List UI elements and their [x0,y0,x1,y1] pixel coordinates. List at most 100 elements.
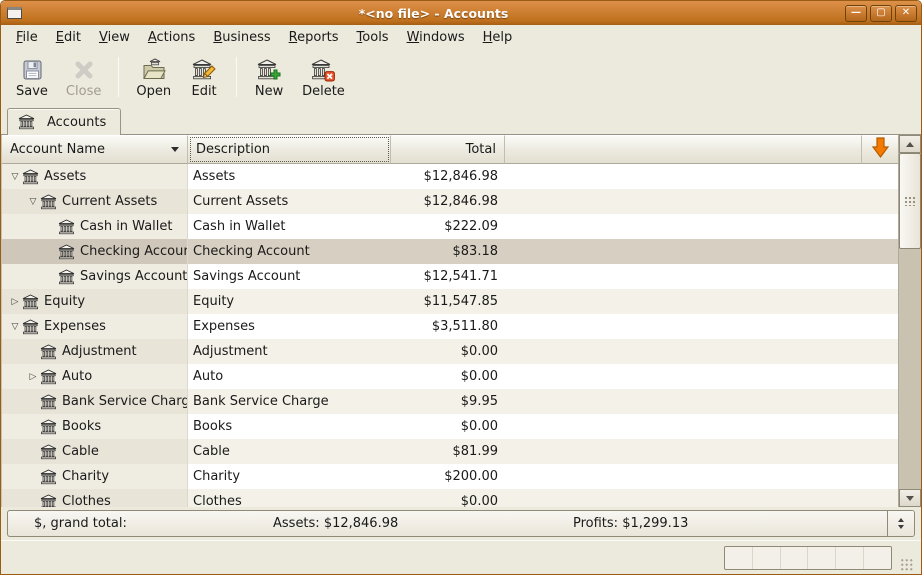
tab-label: Accounts [47,114,107,130]
tab-accounts[interactable]: Accounts [7,108,122,135]
account-name: Charity [62,469,110,484]
summary-bar: $, grand total: Assets: $12,846.98 Profi… [1,507,921,540]
tab-strip: Accounts [1,106,921,135]
progress-segment [725,546,753,569]
bank-icon [58,244,75,260]
account-name-cell[interactable]: Charity [2,464,188,489]
table-row[interactable]: ▽ Expenses Expenses $3,511.80 [2,314,898,339]
account-total: $200.00 [444,469,498,484]
delete-button[interactable]: Delete [293,53,354,102]
account-name-cell[interactable]: ▷ Auto [2,364,188,389]
account-name: Adjustment [62,344,137,359]
maximize-button[interactable]: ▢ [870,4,892,22]
new-button[interactable]: New [245,53,293,102]
menu-item-actions[interactable]: Actions [139,27,205,48]
account-name-cell[interactable]: Bank Service Charge [2,389,188,414]
account-total: $12,541.71 [423,269,498,284]
save-button[interactable]: Save [7,53,57,102]
menu-item-view[interactable]: View [90,27,139,48]
toolbar-button-label: Save [16,84,48,99]
table-row[interactable]: Bank Service Charge Bank Service Charge … [2,389,898,414]
column-options-button[interactable] [862,135,898,164]
down-arrow-icon [906,495,914,501]
progress-segment [781,546,809,569]
close-button[interactable]: ✕ [895,4,917,22]
table-row[interactable]: Cable Cable $81.99 [2,439,898,464]
account-name: Books [62,419,102,434]
menu-item-file[interactable]: File [7,27,47,48]
tree-expander-icon[interactable]: ▽ [26,197,40,207]
bank-icon [40,344,57,360]
table-row[interactable]: Charity Charity $200.00 [2,464,898,489]
account-total: $0.00 [460,369,498,384]
table-row[interactable]: Savings Account Savings Account $12,541.… [2,264,898,289]
account-name-cell[interactable]: Adjustment [2,339,188,364]
account-name: Bank Service Charge [62,394,188,409]
account-name-cell[interactable]: ▽ Expenses [2,314,188,339]
toolbar: Save Close Open Edit New Delete [1,50,921,106]
menu-item-edit[interactable]: Edit [47,27,90,48]
column-header-account-name[interactable]: Account Name [2,135,188,164]
bank-icon [40,419,57,435]
tree-expander-icon[interactable]: ▽ [8,322,22,332]
menu-item-label: Business [213,30,271,45]
account-name-cell[interactable]: Savings Account [2,264,188,289]
titlebar[interactable]: *<no file> - Accounts — ▢ ✕ [1,1,921,25]
table-row[interactable]: Cash in Wallet Cash in Wallet $222.09 [2,214,898,239]
minimize-button[interactable]: — [845,4,867,22]
up-arrow-icon [906,141,914,147]
menu-item-business[interactable]: Business [204,27,279,48]
account-total: $81.99 [452,444,499,459]
table-header: Account Name Description Total [2,135,898,164]
account-name-cell[interactable]: Cash in Wallet [2,214,188,239]
scrollbar-trough[interactable] [899,249,921,489]
progress-segment [836,546,865,569]
summary-assets: Assets: $12,846.98 [273,516,399,531]
scroll-up-button[interactable] [899,135,921,153]
menu-item-reports[interactable]: Reports [280,27,348,48]
account-name-cell[interactable]: ▷ Equity [2,289,188,314]
summary-grand-total-label: $, grand total: [34,516,127,531]
menu-item-windows[interactable]: Windows [398,27,474,48]
summary-spinner[interactable] [887,511,914,536]
account-name-cell[interactable]: Books [2,414,188,439]
table-row[interactable]: ▷ Auto Auto $0.00 [2,364,898,389]
table-row[interactable]: Checking Account Checking Account $83.18 [2,239,898,264]
account-description: Auto [193,369,224,384]
account-name-cell[interactable]: Checking Account [2,239,188,264]
menu-item-label: File [16,30,38,45]
table-row[interactable]: Adjustment Adjustment $0.00 [2,339,898,364]
account-name: Cash in Wallet [80,219,173,234]
edit-button[interactable]: Edit [180,53,228,102]
account-total: $222.09 [444,219,498,234]
bank-icon [58,219,75,235]
column-header-total[interactable]: Total [391,135,505,164]
table-row[interactable]: Clothes Clothes $0.00 [2,489,898,507]
scrollbar-thumb[interactable] [899,153,921,249]
scroll-down-button[interactable] [899,489,921,507]
tree-expander-icon[interactable]: ▽ [8,172,22,182]
account-description: Current Assets [193,194,289,209]
table-row[interactable]: ▷ Equity Equity $11,547.85 [2,289,898,314]
open-button[interactable]: Open [127,53,180,102]
column-header-description[interactable]: Description [188,135,391,164]
account-name-cell[interactable]: Cable [2,439,188,464]
account-name-cell[interactable]: ▽ Assets [2,164,188,189]
toolbar-separator [118,57,120,97]
tree-expander-icon[interactable]: ▷ [8,297,22,307]
resize-grip[interactable] [900,558,913,571]
bank-icon [40,444,57,460]
account-name-cell[interactable]: ▽ Current Assets [2,189,188,214]
account-name-cell[interactable]: Clothes [2,489,188,507]
menu-item-help[interactable]: Help [474,27,522,48]
account-name: Clothes [62,494,111,507]
close-button[interactable]: Close [57,53,110,102]
table-row[interactable]: ▽ Assets Assets $12,846.98 [2,164,898,189]
table-row[interactable]: ▽ Current Assets Current Assets $12,846.… [2,189,898,214]
table-row[interactable]: Books Books $0.00 [2,414,898,439]
account-name: Equity [44,294,86,309]
bank-icon [40,394,57,410]
tree-expander-icon[interactable]: ▷ [26,372,40,382]
menu-item-tools[interactable]: Tools [348,27,398,48]
vertical-scrollbar[interactable] [898,135,921,507]
